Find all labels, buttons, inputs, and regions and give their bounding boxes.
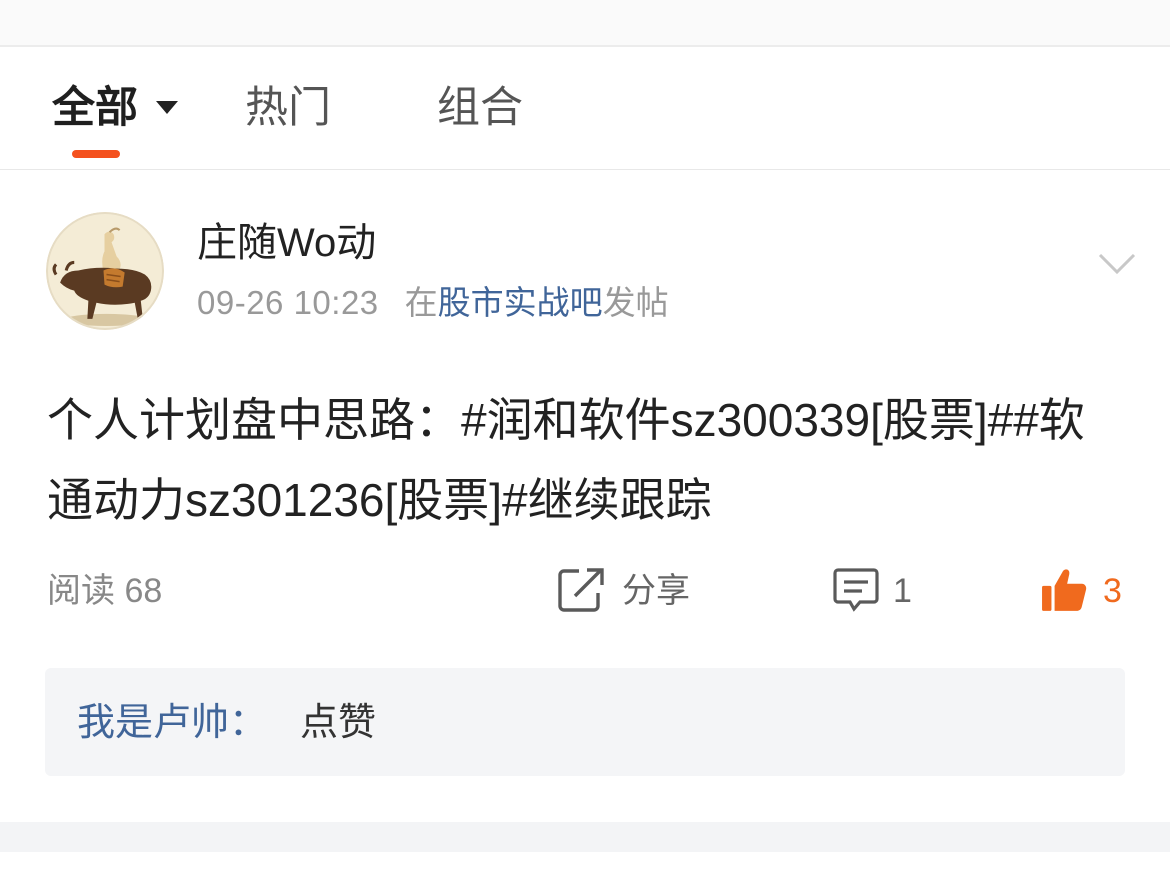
chevron-down-icon[interactable]: [1098, 252, 1136, 276]
comment-icon[interactable]: [832, 567, 880, 613]
read-value: 68: [124, 572, 163, 610]
post-author[interactable]: 庄随Wo动: [197, 219, 376, 267]
share-button[interactable]: 分享: [622, 570, 690, 612]
comment-author[interactable]: 我是卢帅：: [77, 700, 267, 746]
top-bar: [0, 0, 1170, 47]
tab-label: 组合: [437, 84, 523, 132]
post-content[interactable]: 个人计划盘中思路：#润和软件sz300339[股票]##软通动力sz301236…: [47, 380, 1087, 540]
posted-in-prefix: 在: [404, 284, 438, 321]
tab-label: 热门: [245, 84, 331, 132]
comment-count[interactable]: 1: [893, 570, 912, 612]
thumbs-up-icon[interactable]: [1041, 567, 1087, 613]
share-icon[interactable]: [557, 567, 605, 613]
post-meta: 09-26 10:23 在 股市实战吧 发帖: [197, 282, 669, 324]
comment-text: 点赞: [300, 702, 377, 744]
active-tab-indicator: [72, 150, 120, 158]
tab-bar: 全部 热门 组合: [0, 47, 1170, 170]
read-count: 阅读 68: [47, 570, 162, 612]
post-time: 09-26 10:23: [197, 284, 379, 321]
avatar[interactable]: [46, 212, 164, 330]
tab-hot[interactable]: 热门: [245, 85, 331, 131]
posted-in-suffix: 发帖: [602, 284, 669, 321]
tab-portfolio[interactable]: 组合: [437, 85, 523, 131]
like-count[interactable]: 3: [1103, 570, 1122, 612]
post-page: 全部 热门 组合 庄随Wo动 09-26 10:23 在 股市实战吧 发帖 个人…: [0, 0, 1170, 879]
section-separator: [0, 822, 1170, 852]
comment-preview[interactable]: 我是卢帅： 点赞: [45, 668, 1125, 776]
tab-all[interactable]: 全部: [52, 84, 178, 132]
tab-label: 全部: [52, 84, 138, 132]
read-label: 阅读: [47, 572, 115, 610]
dropdown-triangle-icon[interactable]: [155, 100, 179, 115]
forum-link[interactable]: 股市实战吧: [438, 282, 603, 324]
